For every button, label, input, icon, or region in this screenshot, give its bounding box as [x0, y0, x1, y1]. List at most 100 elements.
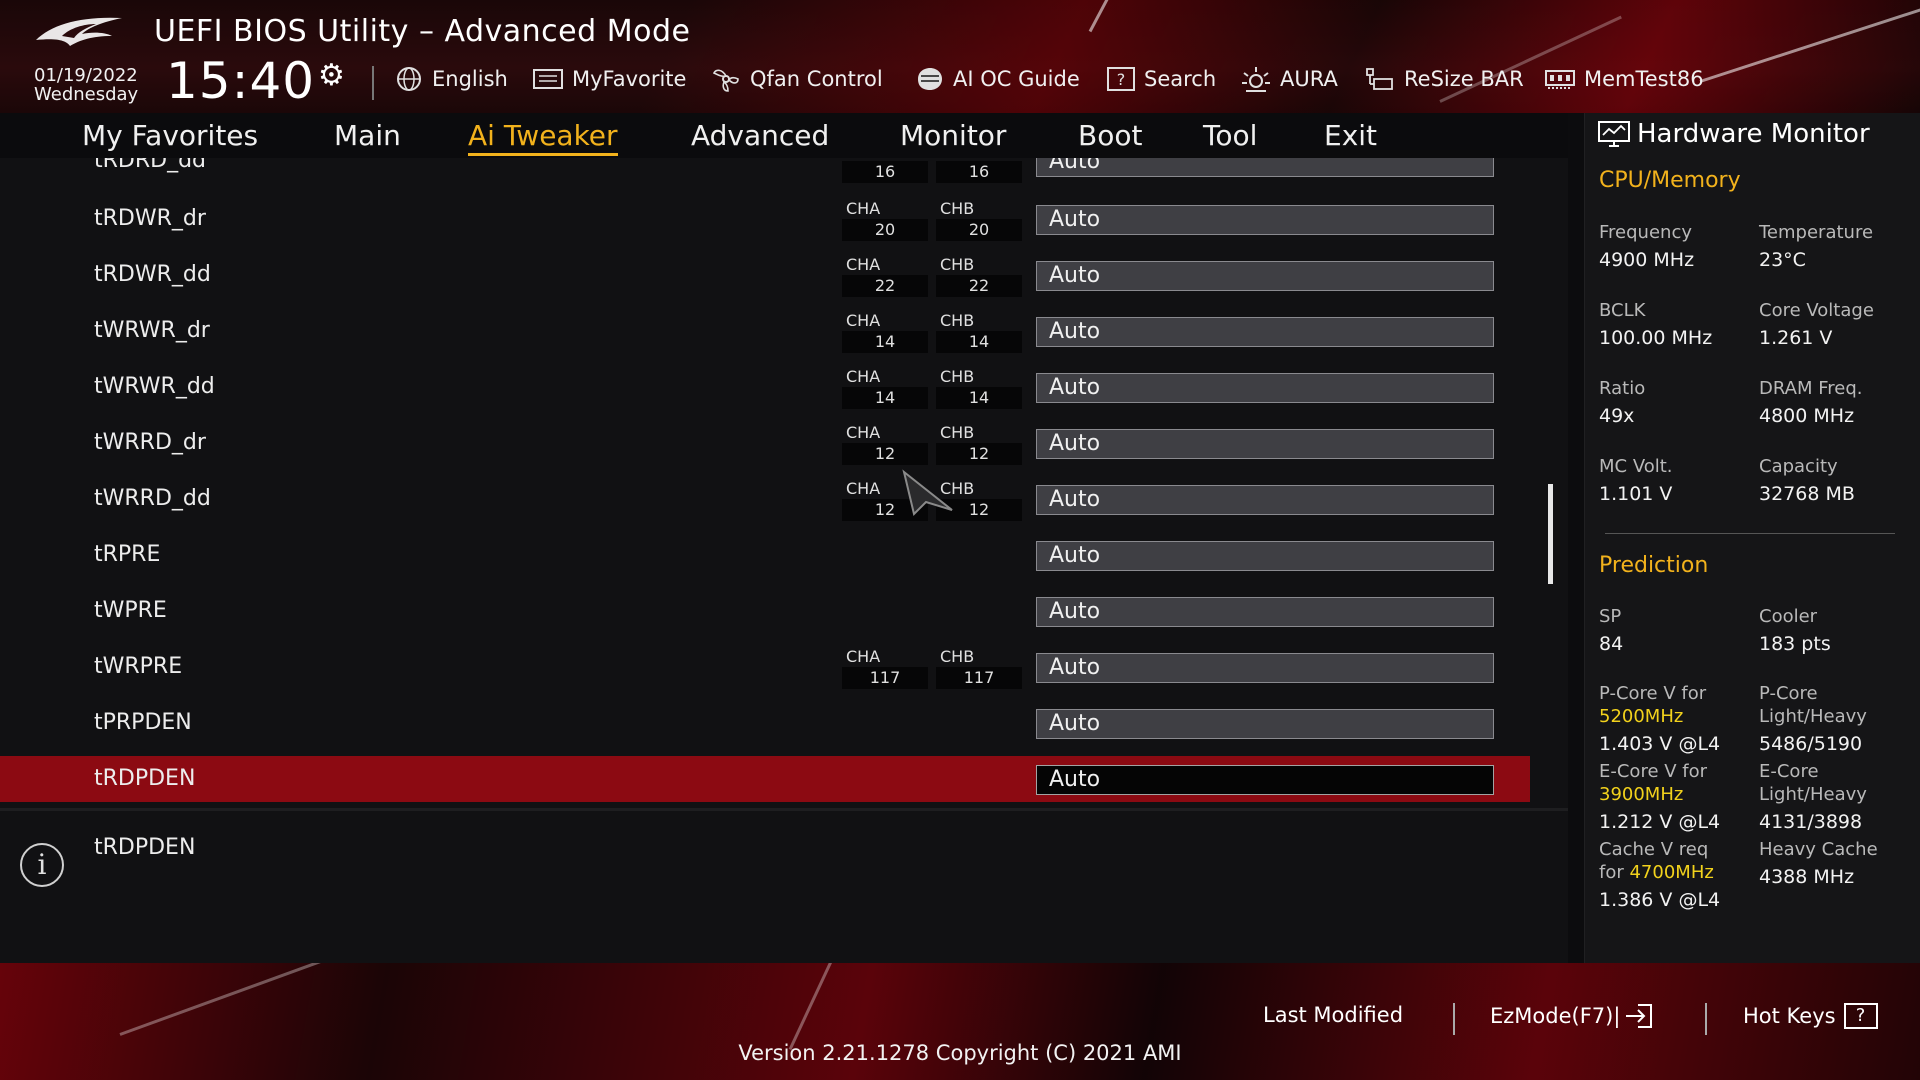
setting-value-field[interactable]: Auto [1036, 485, 1494, 515]
setting-value-field[interactable]: Auto [1036, 373, 1494, 403]
ecore-light-heavy-label: E-Core Light/Heavy [1759, 761, 1867, 805]
search-button[interactable]: ? Search [1106, 64, 1216, 94]
last-modified-button[interactable]: Last Modified [1263, 1003, 1403, 1027]
tab-tool[interactable]: Tool [1203, 119, 1257, 152]
footer-divider [1453, 1003, 1455, 1035]
decor-streak [1699, 0, 1920, 83]
fan-icon [712, 69, 739, 92]
setting-value-field[interactable]: Auto [1036, 317, 1494, 347]
channel-a-value: CHA 12 [842, 423, 928, 465]
app-title: UEFI BIOS Utility – Advanced Mode [154, 14, 691, 49]
setting-row-trdrd-dd[interactable]: tRDRD_dd 16 16 Auto [0, 158, 1568, 184]
info-icon: i [20, 843, 64, 887]
language-label: English [432, 67, 508, 91]
qfan-control-button[interactable]: Qfan Control [710, 64, 883, 94]
memtest86-label: MemTest86 [1584, 67, 1704, 91]
setting-row-twrpre[interactable]: tWRPRE CHA 117 CHB 117 Auto [0, 644, 1568, 690]
channel-a-label: CHA [846, 647, 881, 666]
tab-ai-tweaker[interactable]: Ai Tweaker [468, 119, 618, 156]
last-modified-label: Last Modified [1263, 1003, 1404, 1027]
mc-volt-value: 1.101 V [1599, 483, 1673, 505]
channel-a-number: 14 [842, 387, 928, 409]
search-help-icon: ? [1107, 67, 1135, 91]
decor-streak [788, 963, 843, 1051]
setting-row-trpre[interactable]: tRPRE Auto [0, 532, 1568, 578]
channel-a-value: CHA 14 [842, 311, 928, 353]
setting-label: tWRWR_dd [94, 374, 215, 399]
channel-a-value: CHA 14 [842, 367, 928, 409]
cache-v-for-line: for 4700MHz [1599, 861, 1714, 884]
decor-streak [119, 963, 365, 1036]
language-button[interactable]: English [394, 64, 508, 94]
pcore-light-heavy-label: P-Core Light/Heavy [1759, 683, 1867, 727]
tab-exit[interactable]: Exit [1324, 119, 1377, 152]
rog-logo-icon [36, 17, 122, 46]
hot-keys-button[interactable]: Hot Keys ? [1743, 1003, 1878, 1029]
setting-row-twrwr-dr[interactable]: tWRWR_dr CHA 14 CHB 14 Auto [0, 308, 1568, 354]
setting-value-field[interactable]: Auto [1036, 709, 1494, 739]
cooler-value: 183 pts [1759, 633, 1831, 655]
pcore-v-frequency: 5200MHz [1599, 706, 1684, 727]
setting-row-trdwr-dd[interactable]: tRDWR_dd CHA 22 CHB 22 Auto [0, 252, 1568, 298]
ecore-v-label: E-Core V for 3900MHz [1599, 760, 1707, 806]
channel-a-value: 16 [842, 158, 928, 183]
setting-row-twrwr-dd[interactable]: tWRWR_dd CHA 14 CHB 14 Auto [0, 364, 1568, 410]
setting-value-field[interactable]: Auto [1036, 261, 1494, 291]
myfavorite-label: MyFavorite [572, 67, 687, 91]
channel-b-label: CHB [940, 311, 975, 330]
setting-value-field[interactable]: Auto [1036, 597, 1494, 627]
channel-a-label: CHA [846, 255, 881, 274]
resize-bar-button[interactable]: ReSize BAR [1364, 64, 1524, 94]
memtest86-button[interactable]: MemTest86 [1544, 64, 1704, 94]
cpu-memory-heading: CPU/Memory [1599, 168, 1741, 193]
tab-monitor[interactable]: Monitor [900, 119, 1006, 152]
aura-button[interactable]: AURA [1240, 64, 1338, 94]
temperature-label: Temperature [1759, 222, 1874, 243]
channel-a-number: 22 [842, 275, 928, 297]
channel-b-label: CHB [940, 647, 975, 666]
channel-b-label: CHB [940, 367, 975, 386]
myfavorite-button[interactable]: MyFavorite [532, 64, 686, 94]
tab-main[interactable]: Main [334, 119, 401, 152]
ezmode-button[interactable]: EzMode(F7)| [1490, 1003, 1654, 1029]
cache-v-value: 1.386 V @L4 [1599, 889, 1721, 911]
help-key-icon: ? [1843, 1003, 1878, 1029]
bclk-label: BCLK [1599, 300, 1646, 321]
aura-label: AURA [1280, 67, 1338, 91]
header-bar: UEFI BIOS Utility – Advanced Mode 01/19/… [0, 0, 1920, 113]
setting-label: tWRRD_dr [94, 430, 206, 455]
cache-v-for-text: for [1599, 862, 1624, 883]
channel-a-number: 20 [842, 219, 928, 241]
ai-oc-guide-button[interactable]: AI OC Guide [915, 64, 1080, 94]
setting-label: tRDRD_dd [94, 158, 207, 173]
settings-scrollbar[interactable] [1548, 484, 1553, 584]
setting-row-twrrd-dd[interactable]: tWRRD_dd CHA 12 CHB 12 Auto [0, 476, 1568, 522]
hot-keys-label: Hot Keys [1743, 1004, 1836, 1028]
temperature-value: 23°C [1759, 249, 1806, 271]
mc-volt-label: MC Volt. [1599, 456, 1673, 477]
tab-advanced[interactable]: Advanced [691, 119, 829, 152]
sp-value: 84 [1599, 633, 1624, 655]
tab-boot[interactable]: Boot [1078, 119, 1142, 152]
tab-my-favorites[interactable]: My Favorites [82, 119, 258, 152]
gear-icon[interactable]: ⚙ [318, 58, 345, 93]
setting-row-twpre[interactable]: tWPRE Auto [0, 588, 1568, 634]
setting-value-field[interactable]: Auto [1036, 541, 1494, 571]
setting-value-field[interactable]: Auto [1036, 653, 1494, 683]
setting-value-field[interactable]: Auto [1036, 429, 1494, 459]
setting-row-tprpden[interactable]: tPRPDEN Auto [0, 700, 1568, 746]
setting-value-field[interactable]: Auto [1036, 158, 1494, 177]
setting-label: tWRRD_dd [94, 486, 211, 511]
channel-b-value: CHB 14 [936, 367, 1022, 409]
setting-row-trdwr-dr[interactable]: tRDWR_dr CHA 20 CHB 20 Auto [0, 196, 1568, 242]
channel-b-value: CHB 12 [936, 423, 1022, 465]
setting-label: tRDWR_dr [94, 206, 206, 231]
setting-row-twrrd-dr[interactable]: tWRRD_dr CHA 12 CHB 12 Auto [0, 420, 1568, 466]
channel-b-number: 117 [936, 667, 1022, 689]
channel-a-value: CHA 117 [842, 647, 928, 689]
setting-value-field[interactable]: Auto [1036, 205, 1494, 235]
footer-bar: Last Modified EzMode(F7)| Hot Keys ? Ver… [0, 963, 1920, 1080]
setting-row-trdpden-selected[interactable]: tRDPDEN Auto [0, 756, 1530, 802]
hw-section-divider [1605, 533, 1895, 534]
setting-value-field[interactable]: Auto [1036, 765, 1494, 795]
